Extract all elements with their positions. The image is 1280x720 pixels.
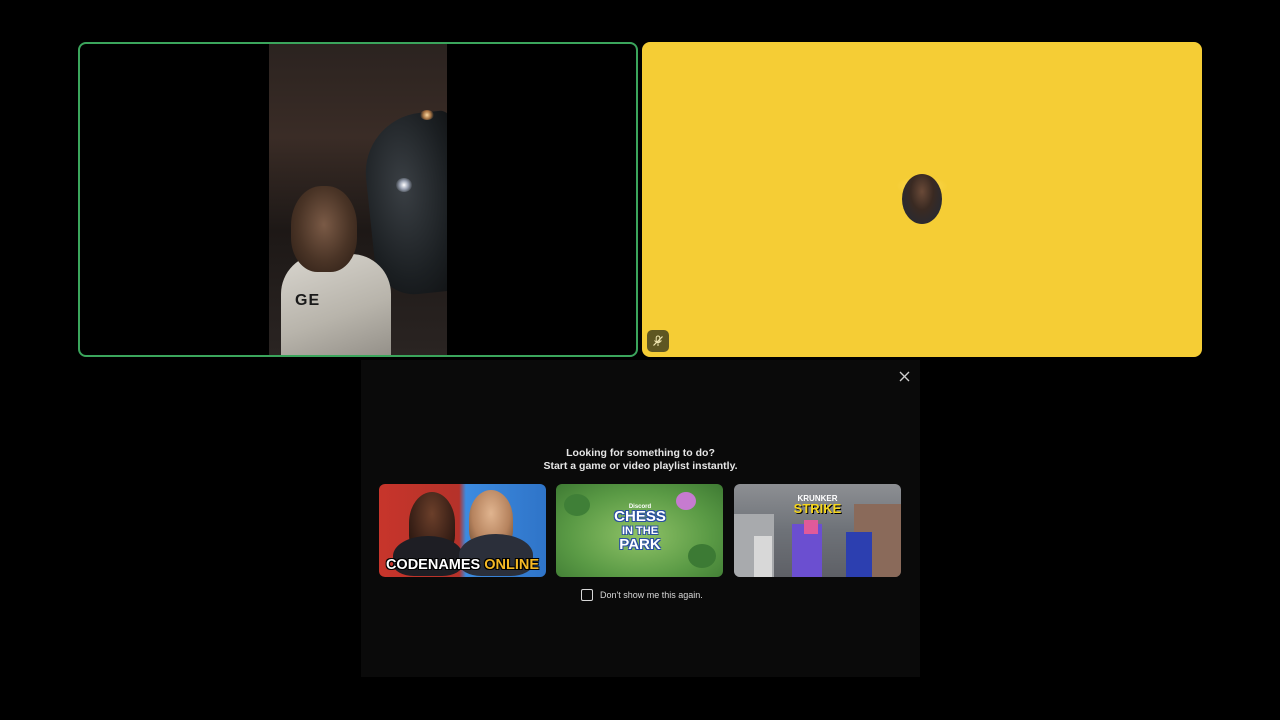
activity-suggestion-panel: Looking for something to do? Start a gam…	[361, 360, 920, 677]
panel-subheading: Start a game or video playlist instantly…	[543, 460, 738, 472]
tree-art	[676, 492, 696, 510]
avatar-tile-participant[interactable]	[642, 42, 1202, 357]
close-icon[interactable]	[896, 368, 912, 384]
activity-cards: CODENAMES ONLINE Discord CHESS IN THE PA…	[379, 484, 901, 577]
person-head	[291, 186, 357, 272]
activity-card-chess-in-the-park[interactable]: Discord CHESS IN THE PARK	[556, 484, 723, 577]
video-tile-participant[interactable]: GE	[78, 42, 638, 357]
street-light	[420, 110, 434, 120]
character-art	[804, 520, 818, 534]
activity-title: CODENAMES ONLINE	[385, 557, 540, 573]
dont-show-again-checkbox[interactable]	[581, 589, 593, 601]
tree-art	[564, 494, 590, 516]
shirt-text: GE	[295, 292, 321, 309]
street-light	[396, 178, 412, 192]
activity-card-krunker-strike[interactable]: KRUNKER STRIKE	[734, 484, 901, 577]
character-art	[846, 532, 872, 577]
character-art	[754, 536, 772, 577]
chess-logo: Discord CHESS IN THE PARK	[614, 504, 666, 553]
dont-show-again-label: Don't show me this again.	[600, 590, 703, 600]
camera-video-feed: GE	[269, 44, 447, 355]
krunker-logo: KRUNKER STRIKE	[793, 494, 842, 516]
avatar	[902, 174, 942, 224]
activity-card-codenames[interactable]: CODENAMES ONLINE	[379, 484, 546, 577]
mic-muted-icon	[647, 330, 669, 352]
tree-art	[688, 544, 716, 568]
dont-show-again-option[interactable]: Don't show me this again.	[581, 589, 703, 601]
panel-heading: Looking for something to do?	[566, 447, 715, 459]
